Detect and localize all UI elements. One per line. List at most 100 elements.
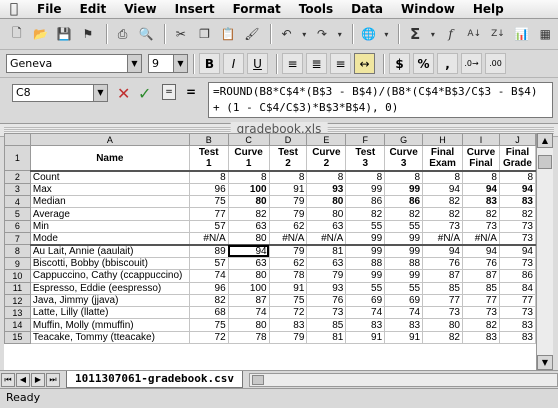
- grade-cell[interactable]: 73: [462, 219, 500, 233]
- grade-cell[interactable]: 99: [345, 182, 386, 197]
- student-name-cell[interactable]: Count: [29, 170, 190, 184]
- grade-cell[interactable]: 96: [188, 281, 229, 295]
- grade-cell[interactable]: 77: [462, 293, 500, 308]
- align-right-icon[interactable]: ≡: [330, 53, 351, 74]
- grade-cell[interactable]: 73: [422, 306, 463, 320]
- underline-button[interactable]: U: [247, 53, 268, 74]
- grade-cell[interactable]: 77: [422, 293, 463, 308]
- student-name-cell[interactable]: Average: [29, 207, 190, 221]
- grade-cell[interactable]: 73: [498, 219, 536, 233]
- name-box[interactable]: C8 ▼: [12, 84, 108, 102]
- open-folder-icon[interactable]: 📂: [30, 23, 52, 45]
- row-header[interactable]: 12: [4, 293, 31, 308]
- row-header[interactable]: 1: [4, 145, 31, 172]
- student-name-cell[interactable]: Java, Jimmy (jjava): [29, 293, 190, 308]
- vertical-scrollbar[interactable]: ▲ ▼: [536, 133, 553, 370]
- menu-edit[interactable]: Edit: [71, 2, 116, 16]
- grade-cell[interactable]: 83: [384, 318, 424, 332]
- grade-cell[interactable]: 8: [422, 170, 463, 184]
- student-name-cell[interactable]: Max: [29, 182, 190, 197]
- grade-cell[interactable]: 73: [462, 306, 500, 320]
- grade-cell[interactable]: 81: [306, 244, 347, 258]
- menu-insert[interactable]: Insert: [166, 2, 224, 16]
- grade-cell[interactable]: #N/A: [306, 232, 347, 246]
- grade-cell[interactable]: 83: [498, 330, 536, 345]
- student-name-cell[interactable]: Au Lait, Annie (aaulait): [29, 244, 190, 258]
- sheet-tab[interactable]: 1011307061-gradebook.csv: [66, 371, 243, 388]
- column-title-cell[interactable]: Final Exam: [422, 145, 463, 172]
- grade-cell[interactable]: 76: [462, 256, 500, 271]
- grade-cell[interactable]: 99: [345, 269, 386, 283]
- grade-cell[interactable]: 62: [268, 256, 308, 271]
- grade-cell[interactable]: 83: [462, 330, 500, 345]
- student-name-cell[interactable]: Mode: [29, 232, 190, 246]
- increase-decimal-icon[interactable]: .0→: [461, 53, 482, 74]
- grade-cell[interactable]: 100: [227, 281, 270, 295]
- menu-view[interactable]: View: [115, 2, 165, 16]
- student-name-cell[interactable]: Muffin, Molly (mmuffin): [29, 318, 190, 332]
- student-name-cell[interactable]: Latte, Lilly (llatte): [29, 306, 190, 320]
- grade-cell[interactable]: 94: [422, 182, 463, 197]
- grade-cell[interactable]: 93: [306, 182, 347, 197]
- grade-cell[interactable]: 87: [227, 293, 270, 308]
- grade-cell[interactable]: 99: [345, 232, 386, 246]
- grade-cell[interactable]: 82: [345, 207, 386, 221]
- formula-input[interactable]: =ROUND(B8*C$4*(B$3 - B$4)/(B8*(C$4*B$3/C…: [208, 82, 553, 118]
- undo-dropdown-icon[interactable]: ▾: [299, 23, 309, 45]
- grade-cell[interactable]: 96: [188, 182, 229, 197]
- redo-icon[interactable]: ↷: [311, 23, 333, 45]
- next-sheet-icon[interactable]: ▶: [31, 372, 45, 387]
- hyperlink-dropdown-icon[interactable]: ▾: [381, 23, 391, 45]
- grade-cell[interactable]: 88: [384, 256, 424, 271]
- grade-cell[interactable]: 86: [384, 195, 424, 209]
- row-header[interactable]: 15: [4, 330, 31, 345]
- toolbox-icon[interactable]: ▦: [534, 23, 556, 45]
- grade-cell[interactable]: 80: [306, 207, 347, 221]
- grade-cell[interactable]: 62: [268, 219, 308, 233]
- decrease-decimal-icon[interactable]: .00: [485, 53, 506, 74]
- grade-cell[interactable]: 8: [384, 170, 424, 184]
- column-header-i[interactable]: I: [462, 133, 500, 147]
- save-icon[interactable]: 💾: [53, 23, 75, 45]
- column-header-f[interactable]: F: [345, 133, 386, 147]
- column-title-cell[interactable]: Test 2: [268, 145, 308, 172]
- row-header[interactable]: 14: [4, 318, 31, 332]
- grade-cell[interactable]: 99: [384, 232, 424, 246]
- grade-cell[interactable]: #N/A: [462, 232, 500, 246]
- column-header-c[interactable]: C: [227, 133, 270, 147]
- grade-cell[interactable]: 73: [422, 219, 463, 233]
- row-header[interactable]: 11: [4, 281, 31, 295]
- grade-cell[interactable]: 85: [422, 281, 463, 295]
- grade-cell[interactable]: 86: [345, 195, 386, 209]
- grade-cell[interactable]: 85: [462, 281, 500, 295]
- grade-cell[interactable]: 78: [227, 330, 270, 345]
- grade-cell[interactable]: 69: [384, 293, 424, 308]
- column-header-g[interactable]: G: [384, 133, 424, 147]
- grade-cell[interactable]: 79: [268, 330, 308, 345]
- grade-cell[interactable]: 57: [188, 256, 229, 271]
- grade-cell[interactable]: 75: [268, 293, 308, 308]
- menu-help[interactable]: Help: [464, 2, 513, 16]
- scroll-up-icon[interactable]: ▲: [537, 133, 553, 148]
- grade-cell[interactable]: 74: [345, 306, 386, 320]
- grade-cell[interactable]: 63: [227, 256, 270, 271]
- menu-format[interactable]: Format: [224, 2, 290, 16]
- grade-cell[interactable]: 79: [306, 269, 347, 283]
- sort-ascending-icon[interactable]: A↓: [463, 23, 485, 45]
- grade-cell[interactable]: 74: [227, 306, 270, 320]
- grade-cell[interactable]: 88: [345, 256, 386, 271]
- row-header[interactable]: 4: [4, 195, 31, 209]
- grade-cell[interactable]: 80: [227, 195, 270, 209]
- grade-cell[interactable]: 83: [498, 195, 536, 209]
- student-name-cell[interactable]: Median: [29, 195, 190, 209]
- grade-cell[interactable]: 94: [498, 182, 536, 197]
- grade-cell[interactable]: 55: [345, 281, 386, 295]
- sort-descending-icon[interactable]: Z↓: [487, 23, 509, 45]
- column-title-cell[interactable]: Curve 1: [227, 145, 270, 172]
- apple-menu-icon[interactable]: : [0, 1, 28, 17]
- grade-cell[interactable]: 75: [188, 318, 229, 332]
- menu-window[interactable]: Window: [392, 2, 464, 16]
- bold-button[interactable]: B: [199, 53, 220, 74]
- grade-cell[interactable]: 8: [345, 170, 386, 184]
- row-header[interactable]: 10: [4, 269, 31, 283]
